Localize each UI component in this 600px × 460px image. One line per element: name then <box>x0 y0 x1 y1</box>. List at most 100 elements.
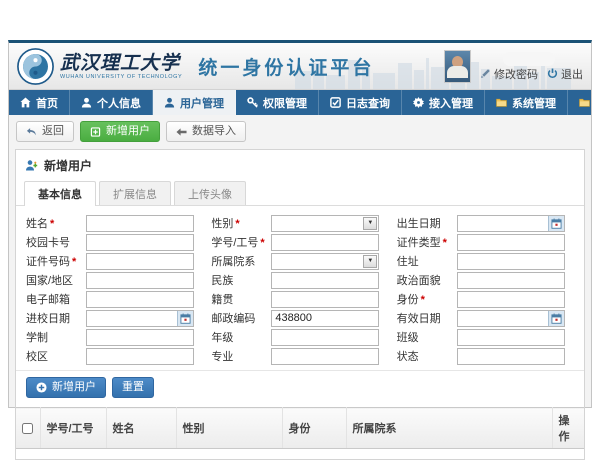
id-type-input[interactable] <box>457 234 565 251</box>
select-all-checkbox[interactable] <box>22 423 33 434</box>
form-field-grade: 年级 <box>211 328 388 346</box>
education-length-input[interactable] <box>86 329 194 346</box>
nav-item-profile[interactable]: 个人信息 <box>70 90 153 115</box>
nav-item-home[interactable]: 首页 <box>9 90 70 115</box>
political-status-input[interactable] <box>457 272 565 289</box>
email-input[interactable] <box>86 291 194 308</box>
nav-item-log-query[interactable]: 日志查询 <box>319 90 402 115</box>
form-field-address: 住址 <box>397 252 574 270</box>
nav-item-label: 用户管理 <box>180 95 224 111</box>
field-label-grade: 年级 <box>211 329 271 345</box>
nav-item-subscription-management[interactable]: 订阅管理 <box>568 90 600 115</box>
country-region-input[interactable] <box>86 272 194 289</box>
field-label-postal-code: 邮政编码 <box>211 310 271 326</box>
nav-item-label: 个人信息 <box>97 95 141 111</box>
field-label-valid-date: 有效日期 <box>397 310 457 326</box>
toolbar: 返回 新增用户 数据导入 <box>15 119 585 149</box>
field-label-ethnicity: 民族 <box>211 272 271 288</box>
grade-input[interactable] <box>271 329 379 346</box>
tab-upload-avatar[interactable]: 上传头像 <box>174 181 246 205</box>
table-header-row: 学号/工号姓名性别身份所属院系操作 <box>16 408 584 449</box>
field-label-name: 姓名* <box>26 215 86 231</box>
nav-item-access-management[interactable]: 接入管理 <box>402 90 485 115</box>
form-field-status: 状态 <box>397 347 574 365</box>
nav-item-user-management[interactable]: 用户管理 <box>153 90 236 115</box>
required-marker: * <box>421 294 425 306</box>
column-header-4: 身份 <box>282 408 346 449</box>
name-input[interactable] <box>86 215 194 232</box>
form-field-valid-date: 有效日期 <box>397 309 574 327</box>
nav-item-permission-management[interactable]: 权限管理 <box>236 90 319 115</box>
gender-select[interactable]: ▼ <box>271 215 379 232</box>
form-field-postal-code: 邮政编码 <box>211 309 388 327</box>
campus-card-no-input[interactable] <box>86 234 194 251</box>
column-header-3: 性别 <box>176 408 282 449</box>
field-label-native-place: 籍贯 <box>211 291 271 307</box>
platform-title: 统一身份认证平台 <box>198 53 374 80</box>
logout-link[interactable]: 退出 <box>547 66 583 82</box>
postal-code-input[interactable] <box>271 310 379 327</box>
nav-item-label: 权限管理 <box>263 95 307 111</box>
avatar-shoulders <box>447 66 468 78</box>
address-input[interactable] <box>457 253 565 270</box>
change-password-link[interactable]: 修改密码 <box>480 66 538 82</box>
required-marker: * <box>260 237 264 249</box>
reset-button[interactable]: 重置 <box>112 377 154 398</box>
id-number-input[interactable] <box>86 253 194 270</box>
major-input[interactable] <box>271 348 379 365</box>
birth-date-input[interactable] <box>458 217 548 230</box>
student-staff-id-input[interactable] <box>271 234 379 251</box>
column-header-1: 学号/工号 <box>40 408 106 449</box>
nav-item-label: 首页 <box>36 95 58 111</box>
campus-input[interactable] <box>86 348 194 365</box>
add-user-toolbar-button[interactable]: 新增用户 <box>80 121 160 142</box>
form-field-id-type: 证件类型* <box>397 233 574 251</box>
nav-item-system-management[interactable]: 系统管理 <box>485 90 568 115</box>
pencil-icon <box>480 68 491 79</box>
field-label-status: 状态 <box>397 348 457 364</box>
calendar-icon[interactable] <box>548 216 564 231</box>
new-user-panel: 新增用户 基本信息扩展信息上传头像 姓名*性别*▼出生日期校园卡号学号/工号*证… <box>15 149 585 460</box>
form-field-education-length: 学制 <box>26 328 203 346</box>
form-field-email: 电子邮箱 <box>26 290 203 308</box>
data-import-button[interactable]: 数据导入 <box>166 121 246 142</box>
identity-input[interactable] <box>457 291 565 308</box>
form-field-student-staff-id: 学号/工号* <box>211 233 388 251</box>
submit-add-user-button[interactable]: 新增用户 <box>26 377 106 398</box>
person-plus-icon <box>25 159 38 172</box>
native-place-input[interactable] <box>271 291 379 308</box>
field-label-class: 班级 <box>397 329 457 345</box>
nav-item-label: 接入管理 <box>429 95 473 111</box>
tab-extended-info[interactable]: 扩展信息 <box>99 181 171 205</box>
calendar-icon[interactable] <box>177 311 193 326</box>
person-icon <box>164 97 175 108</box>
valid-date-input[interactable] <box>458 312 548 325</box>
field-label-entry-date: 进校日期 <box>26 310 86 326</box>
required-marker: * <box>50 218 54 230</box>
class-input[interactable] <box>457 329 565 346</box>
form-field-political-status: 政治面貌 <box>397 271 574 289</box>
required-marker: * <box>235 218 239 230</box>
ethnicity-input[interactable] <box>271 272 379 289</box>
required-marker: * <box>72 256 76 268</box>
section-header: 新增用户 <box>16 150 584 178</box>
form-field-class: 班级 <box>397 328 574 346</box>
calendar-icon[interactable] <box>548 311 564 326</box>
department-select[interactable]: ▼ <box>271 253 379 270</box>
entry-date-input[interactable] <box>87 312 177 325</box>
entry-date-field <box>86 310 194 327</box>
field-label-address: 住址 <box>397 253 457 269</box>
form-field-id-number: 证件号码* <box>26 252 203 270</box>
back-button[interactable]: 返回 <box>16 121 74 142</box>
chevron-down-icon[interactable]: ▼ <box>363 217 377 230</box>
brand: 武汉理工大学 WUHAN UNIVERSITY OF TECHNOLOGY 统一… <box>17 48 374 85</box>
home-icon <box>20 97 31 108</box>
status-input[interactable] <box>457 348 565 365</box>
folder-icon <box>579 97 590 108</box>
field-label-education-length: 学制 <box>26 329 86 345</box>
form-field-campus: 校区 <box>26 347 203 365</box>
chevron-down-icon[interactable]: ▼ <box>363 255 377 268</box>
valid-date-field <box>457 310 565 327</box>
tab-basic-info[interactable]: 基本信息 <box>24 181 96 206</box>
form-field-name: 姓名* <box>26 214 203 232</box>
